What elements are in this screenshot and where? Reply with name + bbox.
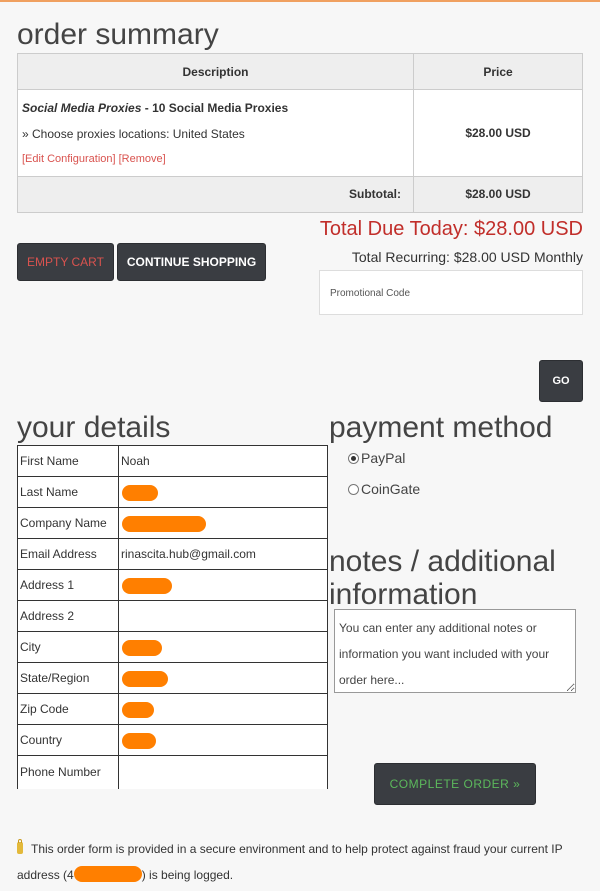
field-label: First Name: [17, 445, 119, 477]
security-notice: This order form is provided in a secure …: [17, 836, 577, 888]
redaction-mark: [122, 485, 158, 501]
edit-configuration-link[interactable]: [Edit Configuration]: [22, 153, 116, 165]
payment-option-paypal[interactable]: PayPal: [348, 450, 405, 466]
subtotal-value: $28.00 USD: [413, 175, 583, 214]
field-label: Address 1: [17, 569, 119, 601]
zip-value: [118, 693, 328, 725]
field-label: Address 2: [17, 600, 119, 632]
cart-item-price: $28.00 USD: [413, 89, 583, 177]
complete-order-button[interactable]: COMPLETE ORDER »: [374, 763, 536, 805]
ip-redaction-mark: [73, 866, 142, 882]
details-row: First Name Noah: [17, 445, 328, 477]
address2-value: [118, 600, 328, 632]
payment-option-label: PayPal: [361, 450, 406, 466]
product-group: Social Media Proxies: [22, 100, 142, 115]
field-label: City: [17, 631, 119, 663]
promo-go-button[interactable]: GO: [539, 360, 583, 402]
details-row: Address 1: [17, 569, 328, 601]
address1-value: [118, 569, 328, 601]
redaction-mark: [122, 516, 206, 532]
empty-cart-button[interactable]: EMPTY CART: [17, 243, 114, 281]
details-row: Email Address rinascita.hub@gmail.com: [17, 538, 328, 570]
your-details-title: your details: [17, 411, 171, 444]
product-option: » Choose proxies locations: United State…: [22, 126, 245, 141]
product-separator: -: [141, 100, 153, 115]
field-label: Phone Number: [17, 755, 119, 789]
details-row: Address 2: [17, 600, 328, 632]
redaction-mark: [122, 640, 162, 656]
details-table: First Name Noah Last Name Company Name E…: [17, 445, 328, 789]
redaction-mark: [122, 671, 168, 687]
product-title: 10 Social Media Proxies: [152, 100, 289, 115]
subtotal-label: Subtotal:: [17, 175, 414, 214]
details-row: Last Name: [17, 476, 328, 508]
details-row: Zip Code: [17, 693, 328, 725]
continue-shopping-button[interactable]: CONTINUE SHOPPING: [117, 243, 266, 281]
field-label: Company Name: [17, 507, 119, 539]
field-label: State/Region: [17, 662, 119, 694]
total-due-today: Total Due Today: $28.00 USD: [319, 218, 583, 240]
lock-icon: [17, 839, 23, 854]
field-label: Zip Code: [17, 693, 119, 725]
company-name-value: [118, 507, 328, 539]
payment-option-label: CoinGate: [361, 481, 421, 497]
details-row: Phone Number: [17, 755, 328, 789]
details-row: State/Region: [17, 662, 328, 694]
product-name: Social Media Proxies - 10 Social Media P…: [22, 101, 409, 115]
payment-method-title: payment method: [329, 411, 553, 444]
col-price: Price: [413, 53, 583, 90]
payment-option-coingate[interactable]: CoinGate: [348, 481, 420, 497]
field-label: Email Address: [17, 538, 119, 570]
col-description: Description: [17, 53, 414, 90]
redaction-mark: [122, 733, 156, 749]
state-value: [118, 662, 328, 694]
cart-table: Description Price Social Media Proxies -…: [17, 53, 583, 214]
phone-value: [118, 755, 328, 789]
remove-item-link[interactable]: [Remove]: [119, 153, 166, 165]
last-name-value: [118, 476, 328, 508]
field-label: Last Name: [17, 476, 119, 508]
city-value: [118, 631, 328, 663]
promo-code-input[interactable]: Promotional Code: [319, 270, 583, 315]
notes-textarea[interactable]: You can enter any additional notes or in…: [334, 609, 576, 693]
email-value: rinascita.hub@gmail.com: [118, 538, 328, 570]
country-value: [118, 724, 328, 756]
details-row: City: [17, 631, 328, 663]
cart-item-row: Social Media Proxies - 10 Social Media P…: [17, 89, 583, 177]
item-links: [Edit Configuration] [Remove]: [22, 153, 409, 165]
notes-title: notes / additional information: [329, 545, 556, 611]
redaction-mark: [122, 578, 172, 594]
order-summary-title: order summary: [17, 18, 219, 51]
first-name-value: Noah: [118, 445, 328, 477]
details-row: Company Name: [17, 507, 328, 539]
details-row: Country: [17, 724, 328, 756]
security-notice-end: ) is being logged.: [141, 868, 234, 882]
subtotal-row: Subtotal: $28.00 USD: [17, 175, 583, 214]
radio-unselected-icon[interactable]: [348, 483, 359, 495]
redaction-mark: [122, 702, 154, 718]
radio-selected-icon[interactable]: [348, 452, 359, 464]
cart-item-description: Social Media Proxies - 10 Social Media P…: [17, 89, 414, 177]
field-label: Country: [17, 724, 119, 756]
total-recurring: Total Recurring: $28.00 USD Monthly: [351, 249, 583, 265]
